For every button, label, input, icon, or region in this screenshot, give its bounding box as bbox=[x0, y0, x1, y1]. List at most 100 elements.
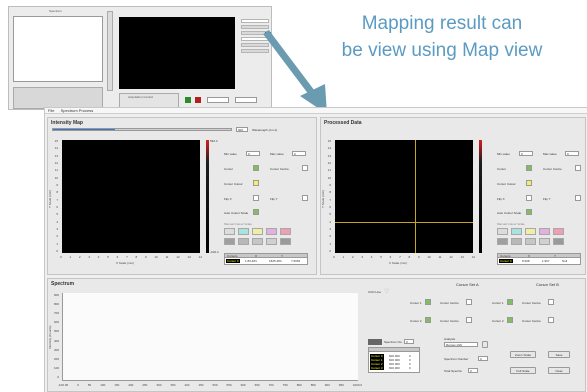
table-header-cursors: Cursors bbox=[500, 254, 511, 258]
colour-swatch[interactable] bbox=[266, 228, 277, 235]
tick-label: 13 bbox=[187, 255, 191, 259]
tick-label: 150 bbox=[114, 383, 120, 387]
processed-data-plot[interactable] bbox=[335, 140, 473, 253]
colour-swatch[interactable] bbox=[280, 238, 291, 245]
im-auto-colour-checkbox[interactable] bbox=[253, 209, 259, 215]
colour-swatch[interactable] bbox=[252, 228, 263, 235]
tick-label: 0 bbox=[56, 248, 58, 253]
im-flip-y-checkbox[interactable] bbox=[302, 195, 308, 201]
pd-min-value[interactable]: 0 bbox=[519, 151, 533, 156]
set-b-cursor-centre-2-checkbox[interactable] bbox=[548, 317, 554, 323]
clear-button[interactable]: Clear bbox=[548, 367, 570, 374]
wavelength-value[interactable]: 600 bbox=[236, 127, 248, 132]
colour-swatch[interactable] bbox=[497, 228, 508, 235]
analysis-select[interactable]: Raman shift bbox=[444, 342, 478, 347]
colour-swatch[interactable] bbox=[539, 238, 550, 245]
tick-label: 600 bbox=[240, 383, 246, 387]
tick-label: 12 bbox=[176, 255, 180, 259]
tick-label: 10 bbox=[54, 175, 58, 180]
set-a-cursor-2-checkbox[interactable] bbox=[425, 317, 431, 323]
im-flip-x-checkbox[interactable] bbox=[253, 195, 259, 201]
spectrum-no-value[interactable]: 0 bbox=[404, 339, 414, 344]
im-cursor-centre-checkbox[interactable] bbox=[302, 165, 308, 171]
spectrum-number-value[interactable]: 0 bbox=[478, 356, 488, 361]
set-a-cursor-centre-2-checkbox[interactable] bbox=[466, 317, 472, 323]
total-spectra-value: 0 bbox=[468, 368, 478, 373]
im-cursor-colour-swatch[interactable] bbox=[253, 180, 259, 186]
colour-swatch[interactable] bbox=[224, 238, 235, 245]
set-b-cursor-centre-checkbox[interactable] bbox=[548, 299, 554, 305]
crosshair-horizontal[interactable] bbox=[335, 222, 473, 223]
pd-cursor-checkbox[interactable] bbox=[526, 165, 532, 171]
tick-label: 2 bbox=[56, 234, 58, 239]
total-spectra-label: Total Spectra bbox=[444, 369, 462, 373]
heart-icon[interactable]: ♡ bbox=[384, 288, 389, 295]
colour-swatch[interactable] bbox=[280, 228, 291, 235]
tick-label: 13 bbox=[54, 153, 58, 158]
colour-swatch[interactable] bbox=[511, 228, 522, 235]
spectrum-no-label: Spectrum No. bbox=[384, 340, 403, 344]
crosshair-vertical[interactable] bbox=[415, 140, 416, 253]
im-y-axis-label: Y Scale (mm) bbox=[48, 189, 52, 208]
im-cursor-checkbox[interactable] bbox=[253, 165, 259, 171]
table-cursor-x: 1.83,484 bbox=[245, 259, 257, 263]
tick-label: 15 bbox=[327, 139, 331, 143]
table-header-y: Y bbox=[554, 254, 557, 258]
tick-label: 1000.0 bbox=[352, 383, 362, 387]
pd-flip-y-checkbox[interactable] bbox=[575, 195, 581, 201]
tick-label: 11 bbox=[54, 168, 58, 173]
im-max-value[interactable]: 0 bbox=[292, 151, 306, 156]
colour-swatch[interactable] bbox=[224, 228, 235, 235]
colour-swatch[interactable] bbox=[525, 228, 536, 235]
intensity-map-panel: Intensity Map 600 Wavelength (cm-1) 15 14… bbox=[47, 117, 317, 275]
analysis-dropdown-button[interactable] bbox=[482, 341, 488, 348]
tick-label: 1 bbox=[69, 255, 72, 259]
menu-spectrum-process[interactable]: Spectrum Process bbox=[61, 108, 94, 113]
intensity-map-plot[interactable] bbox=[62, 140, 200, 253]
spectrum-plot[interactable] bbox=[62, 293, 358, 381]
tick-label: 200 bbox=[128, 383, 134, 387]
wavelength-slider-fill bbox=[53, 129, 116, 130]
colour-swatch[interactable] bbox=[525, 238, 536, 245]
colour-swatch[interactable] bbox=[553, 228, 564, 235]
colour-swatch[interactable] bbox=[539, 228, 550, 235]
set-b-cursor-1-checkbox[interactable] bbox=[507, 299, 513, 305]
set-a-cursor-1-checkbox[interactable] bbox=[425, 299, 431, 305]
pd-auto-colour-label: Auto Colour Scale bbox=[497, 211, 522, 215]
pd-flip-x-checkbox[interactable] bbox=[526, 195, 532, 201]
wavelength-slider[interactable] bbox=[52, 128, 232, 131]
tick-label: 3 bbox=[361, 255, 363, 259]
tick-label: 7 bbox=[56, 197, 58, 202]
spectrum-nav-buttons[interactable] bbox=[368, 339, 382, 345]
pd-manual-colour-label: Manual Colour Scale bbox=[497, 222, 525, 226]
im-auto-colour-label: Auto Colour Scale bbox=[224, 211, 249, 215]
pd-y-axis-label: Y Scale (mm) bbox=[321, 189, 325, 208]
full-scale-button[interactable]: Full Scale bbox=[510, 367, 536, 374]
set-a-cursor-centre-checkbox[interactable] bbox=[466, 299, 472, 305]
zoom-scale-button[interactable]: Zoom Scale bbox=[510, 351, 536, 358]
pd-auto-colour-checkbox[interactable] bbox=[526, 209, 532, 215]
table-cursor-name: Cursor 0 bbox=[226, 259, 240, 263]
colour-swatch[interactable] bbox=[266, 238, 277, 245]
menu-file[interactable]: File bbox=[48, 108, 54, 113]
pd-cursor-centre-checkbox[interactable] bbox=[575, 165, 581, 171]
pd-cursor-centre-label: Cursor Centre bbox=[543, 167, 562, 171]
pd-y-ticks: 15 14 13 12 11 10 9 8 7 6 5 4 3 2 1 0 bbox=[324, 139, 331, 253]
table-cursor-z: Null bbox=[562, 259, 568, 263]
tick-label: 550 bbox=[226, 383, 232, 387]
colour-swatch[interactable] bbox=[252, 238, 263, 245]
pd-max-value[interactable]: 0 bbox=[565, 151, 579, 156]
table-header-x: X bbox=[255, 254, 258, 258]
colour-swatch[interactable] bbox=[497, 238, 508, 245]
save-button[interactable]: Save bbox=[548, 351, 570, 358]
pd-cursor-colour-swatch[interactable] bbox=[526, 180, 532, 186]
colour-swatch[interactable] bbox=[553, 238, 564, 245]
colour-swatch[interactable] bbox=[511, 238, 522, 245]
set-b-cursor-2-checkbox[interactable] bbox=[507, 317, 513, 323]
im-min-value[interactable]: 0 bbox=[246, 151, 260, 156]
colour-swatch[interactable] bbox=[238, 238, 249, 245]
tick-label: 900 bbox=[53, 293, 59, 297]
set-b-cursor-centre-label: Cursor Centre bbox=[522, 301, 541, 305]
tick-label: 900 bbox=[324, 383, 330, 387]
colour-swatch[interactable] bbox=[238, 228, 249, 235]
